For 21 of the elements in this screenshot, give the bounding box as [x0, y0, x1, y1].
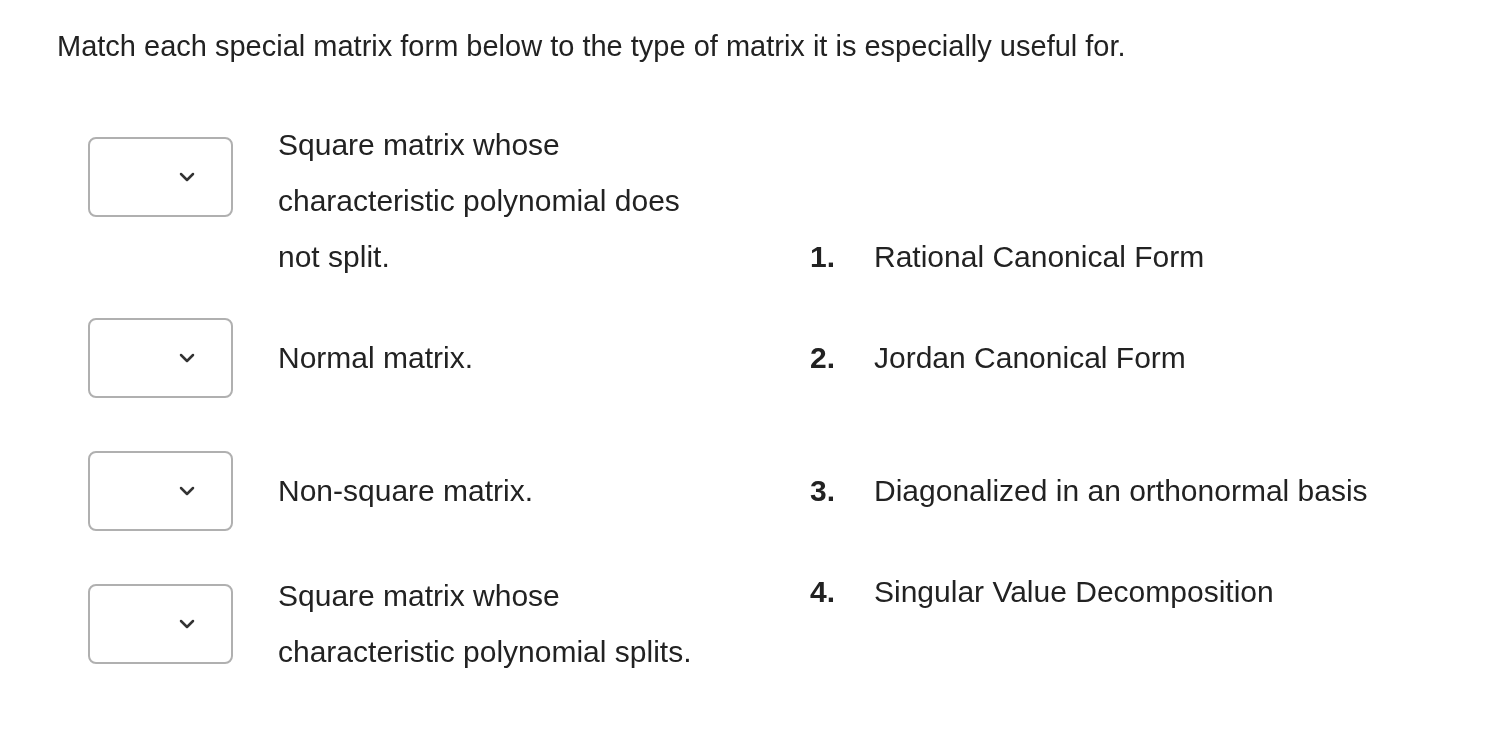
- answer-dropdown[interactable]: [88, 318, 233, 398]
- answer-dropdown[interactable]: [88, 584, 233, 664]
- answer-dropdown[interactable]: [88, 451, 233, 531]
- prompt-text: Non-square matrix.: [278, 473, 534, 509]
- option-text: Jordan Canonical Form: [874, 340, 1187, 376]
- option-number: 1.: [810, 239, 837, 275]
- chevron-down-icon: [179, 619, 195, 629]
- chevron-down-icon: [179, 486, 195, 496]
- option-number: 4.: [810, 574, 837, 610]
- option-text: Rational Canonical Form: [874, 239, 1206, 275]
- prompt-text: Square matrix whose characteristic polynomial splits.: [278, 578, 693, 670]
- option-text: Diagonalized in an orthonormal basis: [874, 473, 1369, 509]
- prompt-text: Normal matrix.: [278, 340, 473, 376]
- option-text: Singular Value Decomposition: [874, 574, 1275, 610]
- option-number: 2.: [810, 340, 837, 376]
- option-number: 3.: [810, 473, 837, 509]
- chevron-down-icon: [179, 172, 195, 182]
- prompt-text: Square matrix whose characteristic polynomial does not split.: [278, 127, 681, 275]
- answer-dropdown[interactable]: [88, 137, 233, 217]
- chevron-down-icon: [179, 353, 195, 363]
- question-text: Match each special matrix form below to the type of matrix it is especially useful for.: [57, 29, 1127, 64]
